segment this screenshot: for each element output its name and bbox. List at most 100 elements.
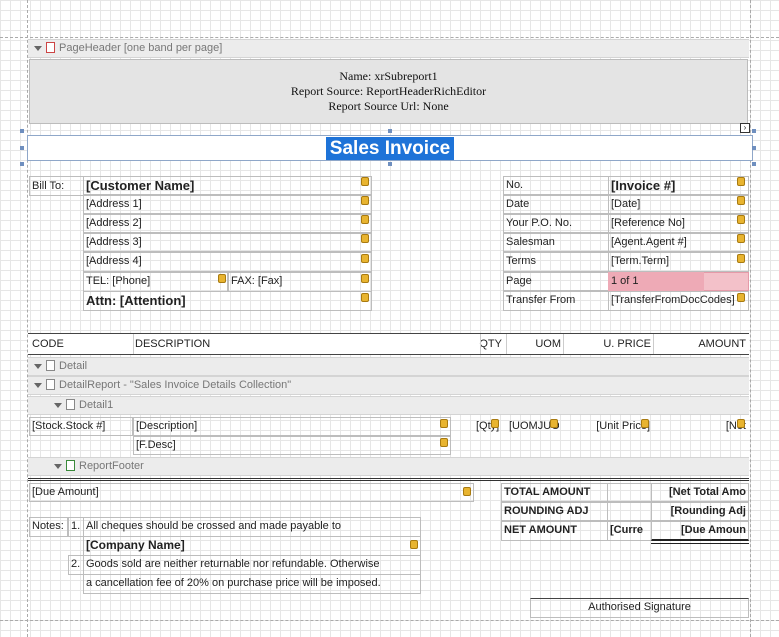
resize-handle[interactable] bbox=[20, 146, 24, 150]
company-name-field[interactable]: [Company Name] bbox=[83, 536, 421, 556]
database-icon bbox=[361, 234, 369, 243]
database-icon bbox=[410, 540, 418, 549]
info-label-transfer: Transfer From bbox=[503, 291, 609, 311]
report-footer-band[interactable]: ReportFooter bbox=[28, 457, 749, 476]
net-amount-label: NET AMOUNT bbox=[501, 521, 608, 541]
rounding-spacer bbox=[607, 502, 652, 521]
info-label-no: No. bbox=[503, 176, 609, 195]
database-icon bbox=[361, 254, 369, 263]
note2-number: 2. bbox=[68, 555, 84, 575]
report-title[interactable]: Sales Invoice bbox=[326, 137, 454, 160]
collapse-icon[interactable] bbox=[54, 402, 62, 408]
address3-field[interactable]: [Address 3] bbox=[83, 233, 372, 252]
collapse-icon[interactable] bbox=[54, 463, 62, 469]
collapse-icon[interactable] bbox=[34, 363, 42, 369]
subreport-name: Name: xrSubreport1 bbox=[339, 69, 438, 83]
right-guide bbox=[750, 0, 751, 637]
database-icon bbox=[491, 419, 499, 428]
info-value-salesman[interactable]: [Agent.Agent #] bbox=[608, 233, 749, 252]
col-divider bbox=[133, 334, 134, 354]
info-label-salesman: Salesman bbox=[503, 233, 609, 252]
info-value-terms[interactable]: [Term.Term] bbox=[608, 252, 749, 272]
tel-field[interactable]: TEL: [Phone] bbox=[83, 272, 228, 292]
database-icon bbox=[361, 215, 369, 224]
stock-field[interactable]: [Stock.Stock #] bbox=[29, 417, 133, 436]
bottom-guide bbox=[0, 620, 779, 621]
info-value-transfer[interactable]: [TransferFromDocCodes] bbox=[608, 291, 749, 311]
rounding-label: ROUNDING ADJ bbox=[501, 502, 608, 521]
col-code: CODE bbox=[32, 338, 64, 350]
currency-field[interactable]: [Curre bbox=[607, 521, 652, 541]
database-icon bbox=[737, 196, 745, 205]
database-icon bbox=[737, 419, 745, 428]
note1-text: All cheques should be crossed and made p… bbox=[83, 517, 421, 537]
resize-handle[interactable] bbox=[752, 129, 756, 133]
band-label: DetailReport - "Sales Invoice Details Co… bbox=[59, 379, 292, 391]
col-qty: QTY bbox=[479, 338, 502, 350]
resize-handle[interactable] bbox=[20, 129, 24, 133]
left-guide bbox=[27, 0, 28, 637]
attention-field[interactable]: Attn: [Attention] bbox=[83, 291, 372, 311]
subreport-box[interactable]: Name: xrSubreport1 Report Source: Report… bbox=[29, 59, 748, 124]
address1-field[interactable]: [Address 1] bbox=[83, 195, 372, 214]
collapse-icon[interactable] bbox=[34, 45, 42, 51]
database-icon bbox=[550, 419, 558, 428]
band-label: Detail1 bbox=[79, 399, 114, 411]
database-icon bbox=[440, 438, 448, 447]
rounding-value[interactable]: [Rounding Adj bbox=[651, 502, 749, 521]
subreport-url: Report Source Url: None bbox=[328, 99, 449, 113]
database-icon bbox=[737, 254, 745, 263]
page-header-band[interactable]: PageHeader [one band per page] bbox=[28, 39, 749, 58]
net-amount-double-rule bbox=[651, 543, 749, 544]
resize-handle[interactable] bbox=[388, 162, 392, 166]
info-value-date[interactable]: [Date] bbox=[608, 195, 749, 214]
smart-tag-icon[interactable]: › bbox=[740, 123, 750, 133]
resize-handle[interactable] bbox=[752, 146, 756, 150]
subreport-source: Report Source: ReportHeaderRichEditor bbox=[290, 84, 487, 98]
total-amount-label: TOTAL AMOUNT bbox=[501, 483, 608, 502]
col-unit-price: U. PRICE bbox=[603, 338, 651, 350]
col-uom: UOM bbox=[535, 338, 561, 350]
database-icon bbox=[737, 234, 745, 243]
info-value-page[interactable]: 1 of 1 bbox=[609, 273, 709, 291]
col-divider bbox=[480, 334, 481, 354]
database-icon bbox=[218, 274, 226, 283]
database-icon bbox=[361, 196, 369, 205]
due-amount-field[interactable]: [Due Amount] bbox=[29, 483, 474, 502]
info-label-page: Page bbox=[503, 272, 609, 291]
detail1-band[interactable]: Detail1 bbox=[28, 396, 749, 415]
net-amount-value[interactable]: [Due Amoun bbox=[651, 521, 749, 541]
customer-name-field[interactable]: [Customer Name] bbox=[83, 176, 372, 195]
address2-field[interactable]: [Address 2] bbox=[83, 214, 372, 233]
col-amount: AMOUNT bbox=[698, 338, 746, 350]
qty-field[interactable]: [Qty] bbox=[474, 418, 504, 435]
footer-top-rule bbox=[28, 478, 749, 481]
info-value-po[interactable]: [Reference No] bbox=[608, 214, 749, 233]
database-icon bbox=[463, 487, 471, 496]
detail-band[interactable]: Detail bbox=[28, 357, 749, 376]
col-divider bbox=[506, 334, 507, 354]
resize-handle[interactable] bbox=[388, 129, 392, 133]
fdesc-field[interactable]: [F.Desc] bbox=[133, 436, 451, 455]
band-label: Detail bbox=[59, 360, 88, 372]
address4-field[interactable]: [Address 4] bbox=[83, 252, 372, 272]
notes-label: Notes: bbox=[29, 517, 68, 537]
database-icon bbox=[737, 177, 745, 186]
database-icon bbox=[737, 293, 745, 302]
database-icon bbox=[440, 419, 448, 428]
detail-report-band[interactable]: DetailReport - "Sales Invoice Details Co… bbox=[28, 376, 749, 395]
info-value-no[interactable]: [Invoice #] bbox=[608, 176, 749, 195]
note2-text-line2: a cancellation fee of 20% on purchase pr… bbox=[83, 574, 421, 594]
note2-text-line1: Goods sold are neither returnable nor re… bbox=[83, 555, 421, 575]
total-amount-value[interactable]: [Net Total Amo bbox=[651, 483, 749, 502]
fax-field[interactable]: FAX: [Fax] bbox=[228, 272, 372, 292]
info-label-date: Date bbox=[503, 195, 609, 214]
description-field[interactable]: [Description] bbox=[133, 417, 451, 436]
info-label-po: Your P.O. No. bbox=[503, 214, 609, 233]
collapse-icon[interactable] bbox=[34, 382, 42, 388]
resize-handle[interactable] bbox=[20, 162, 24, 166]
resize-handle[interactable] bbox=[752, 162, 756, 166]
report-footer-icon bbox=[66, 459, 75, 471]
band-label: PageHeader [one band per page] bbox=[59, 42, 223, 54]
detail1-band-icon bbox=[66, 398, 75, 410]
